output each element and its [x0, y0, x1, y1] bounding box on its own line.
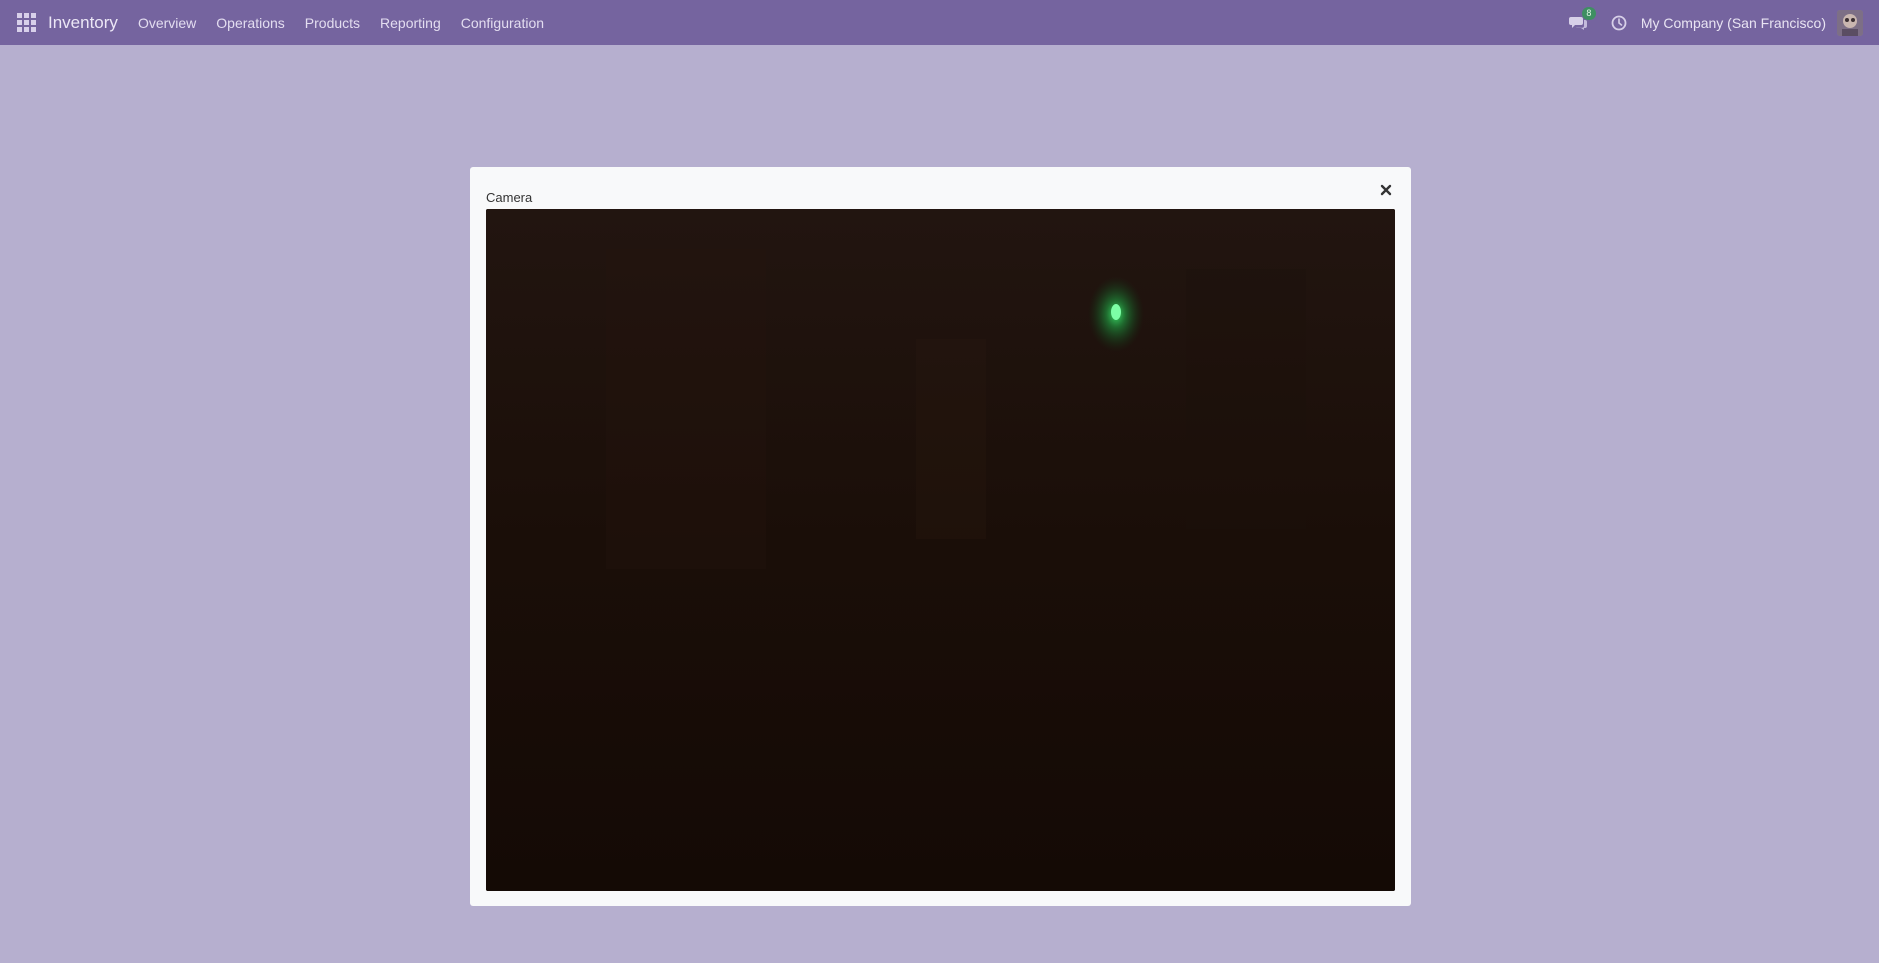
- camera-feed: [486, 209, 1395, 891]
- app-name[interactable]: Inventory: [48, 13, 118, 33]
- company-switcher[interactable]: My Company (San Francisco): [1641, 15, 1826, 31]
- apps-menu-icon[interactable]: [17, 13, 36, 32]
- avatar-image: [1837, 9, 1863, 36]
- camera-feed-image: [486, 209, 1395, 891]
- dialog-title: Camera: [486, 190, 533, 205]
- top-navbar: Inventory Overview Operations Products R…: [0, 0, 1879, 45]
- camera-dialog: Camera: [470, 167, 1411, 906]
- message-count-badge: 8: [1581, 6, 1596, 20]
- close-icon[interactable]: [1378, 182, 1394, 198]
- user-avatar[interactable]: [1837, 9, 1863, 36]
- menu-overview[interactable]: Overview: [138, 15, 196, 31]
- menu-products[interactable]: Products: [305, 15, 360, 31]
- messages-icon[interactable]: 8: [1568, 6, 1596, 31]
- menu-reporting[interactable]: Reporting: [380, 15, 441, 31]
- menu-configuration[interactable]: Configuration: [461, 15, 544, 31]
- activity-clock-icon[interactable]: [1611, 15, 1627, 31]
- menu-operations[interactable]: Operations: [216, 15, 284, 31]
